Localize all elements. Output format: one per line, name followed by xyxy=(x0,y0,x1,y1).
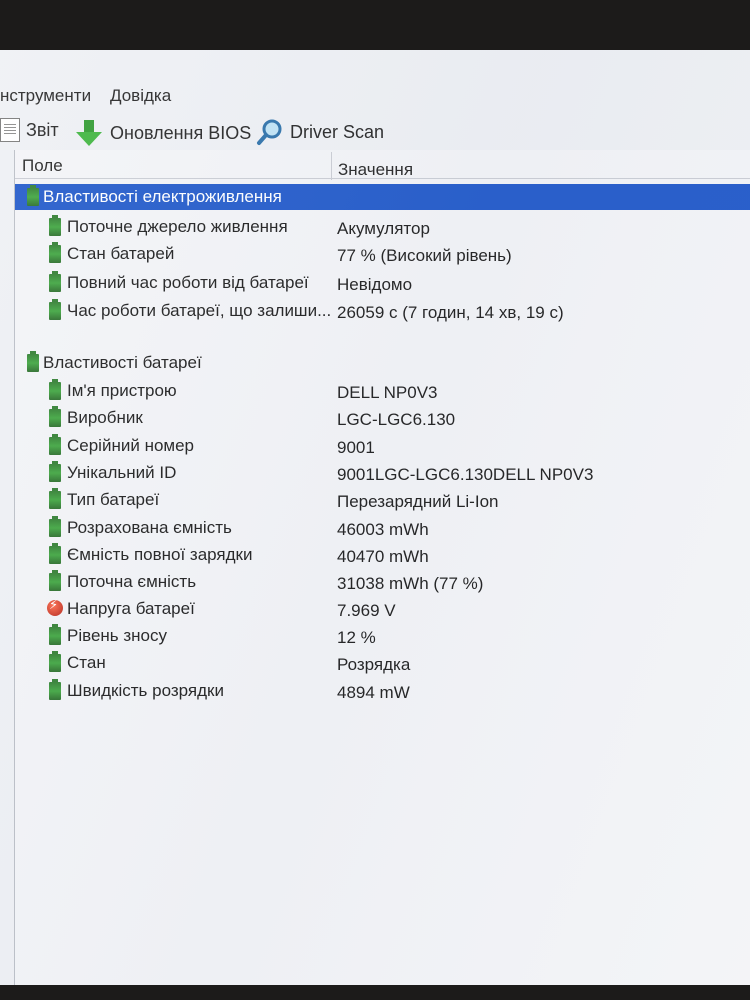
battery-icon xyxy=(49,379,61,400)
row-field: Рівень зносу xyxy=(67,626,168,645)
row-value: DELL NP0V3 xyxy=(337,383,438,402)
battery-icon xyxy=(49,543,61,564)
properties-table: Поле Значення Властивості електроживленн… xyxy=(14,150,750,985)
row-field: Тип батареї xyxy=(67,490,160,509)
download-arrow-icon xyxy=(76,120,102,146)
row-value: 31038 mWh (77 %) xyxy=(337,574,484,593)
group-power-properties[interactable]: Властивості електроживлення xyxy=(15,184,750,210)
battery-icon xyxy=(49,488,61,509)
row-value: 7.969 V xyxy=(337,601,396,620)
row-value: LGC-LGC6.130 xyxy=(337,410,456,429)
table-row[interactable]: Поточна ємність 31038 mWh (77 %) xyxy=(15,569,750,595)
row-value: 12 % xyxy=(337,628,376,647)
table-row[interactable]: Ім'я пристрою DELL NP0V3 xyxy=(15,378,750,404)
row-field: Стан xyxy=(67,653,106,672)
battery-icon xyxy=(49,215,61,236)
battery-icon xyxy=(49,516,61,537)
row-field: Поточне джерело живлення xyxy=(67,217,288,236)
row-value: Акумулятор xyxy=(337,219,430,238)
row-value: Перезарядний Li-Ion xyxy=(337,492,499,511)
report-button-label: Звіт xyxy=(26,119,59,140)
row-field: Повний час роботи від батареї xyxy=(67,273,309,292)
group-title: Властивості електроживлення xyxy=(43,187,282,206)
row-field: Виробник xyxy=(67,408,143,427)
row-field: Поточна ємність xyxy=(67,572,197,591)
table-row[interactable]: Стан батарей 77 % (Високий рівень) xyxy=(15,241,750,267)
battery-icon xyxy=(49,651,61,672)
row-field: Стан батарей xyxy=(67,244,175,263)
menu-help[interactable]: Довідка xyxy=(110,86,171,106)
battery-icon xyxy=(49,406,61,427)
menu-bar: нструменти Довідка xyxy=(0,80,750,110)
table-row[interactable]: Розрахована ємність 46003 mWh xyxy=(15,515,750,541)
battery-icon xyxy=(27,351,39,372)
row-value: 46003 mWh xyxy=(337,520,429,539)
row-value: 4894 mW xyxy=(337,683,410,702)
table-row[interactable]: Виробник LGC-LGC6.130 xyxy=(15,405,750,431)
toolbar: Звіт Оновлення BIOS Driver Scan xyxy=(0,112,750,152)
group-battery-properties[interactable]: Властивості батареї xyxy=(15,350,750,376)
table-row[interactable]: Повний час роботи від батареї Невідомо xyxy=(15,270,750,296)
table-row[interactable]: Напруга батареї 7.969 V xyxy=(15,596,750,622)
row-value: Невідомо xyxy=(337,275,413,294)
battery-icon xyxy=(49,461,61,482)
battery-icon xyxy=(49,271,61,292)
magnifier-icon xyxy=(257,119,282,145)
row-field: Серійний номер xyxy=(67,436,195,455)
app-window: нструменти Довідка Звіт Оновлення BIOS D… xyxy=(0,50,750,985)
menu-tools[interactable]: нструменти xyxy=(0,86,91,106)
row-field: Швидкість розрядки xyxy=(67,681,224,700)
bios-update-button[interactable]: Оновлення BIOS xyxy=(74,118,251,148)
row-field: Час роботи батареї, що залиши... xyxy=(67,301,332,320)
table-row[interactable]: Стан Розрядка xyxy=(15,650,750,676)
battery-icon xyxy=(49,679,61,700)
table-header: Поле Значення xyxy=(15,152,750,180)
driver-scan-label: Driver Scan xyxy=(290,121,385,142)
table-row[interactable]: Рівень зносу 12 % xyxy=(15,623,750,649)
row-field: Ім'я пристрою xyxy=(67,381,177,400)
table-row[interactable]: Швидкість розрядки 4894 mW xyxy=(15,678,750,704)
group-title: Властивості батареї xyxy=(43,353,202,372)
row-field: Унікальний ID xyxy=(67,463,177,482)
column-divider[interactable] xyxy=(331,152,332,180)
row-field: Напруга батареї xyxy=(67,599,195,618)
battery-icon xyxy=(49,434,61,455)
table-row[interactable]: Серійний номер 9001 xyxy=(15,433,750,459)
column-header-value[interactable]: Значення xyxy=(338,160,413,180)
row-value: 26059 с (7 годин, 14 хв, 19 с) xyxy=(337,303,564,322)
table-row[interactable]: Поточне джерело живлення Акумулятор xyxy=(15,214,750,240)
column-header-field[interactable]: Поле xyxy=(22,156,63,176)
bios-update-label: Оновлення BIOS xyxy=(110,122,252,143)
report-button[interactable]: Звіт xyxy=(0,118,59,142)
table-row[interactable]: Час роботи батареї, що залиши... 26059 с… xyxy=(15,298,750,324)
battery-icon xyxy=(49,624,61,645)
row-value: Розрядка xyxy=(337,655,411,674)
report-icon xyxy=(0,118,20,142)
driver-scan-button[interactable]: Driver Scan xyxy=(256,118,384,146)
row-value: 9001LGC-LGC6.130DELL NP0V3 xyxy=(337,465,594,484)
table-row[interactable]: Унікальний ID 9001LGC-LGC6.130DELL NP0V3 xyxy=(15,460,750,486)
battery-icon xyxy=(49,242,61,263)
battery-icon xyxy=(49,570,61,591)
table-row[interactable]: Ємність повної зарядки 40470 mWh xyxy=(15,542,750,568)
row-field: Ємність повної зарядки xyxy=(67,545,253,564)
table-row[interactable]: Тип батареї Перезарядний Li-Ion xyxy=(15,487,750,513)
row-field: Розрахована ємність xyxy=(67,518,232,537)
row-value: 40470 mWh xyxy=(337,547,429,566)
battery-icon xyxy=(49,299,61,320)
row-value: 77 % (Високий рівень) xyxy=(337,246,512,265)
lightning-icon xyxy=(47,598,63,616)
battery-icon xyxy=(27,185,39,206)
row-value: 9001 xyxy=(337,438,375,457)
